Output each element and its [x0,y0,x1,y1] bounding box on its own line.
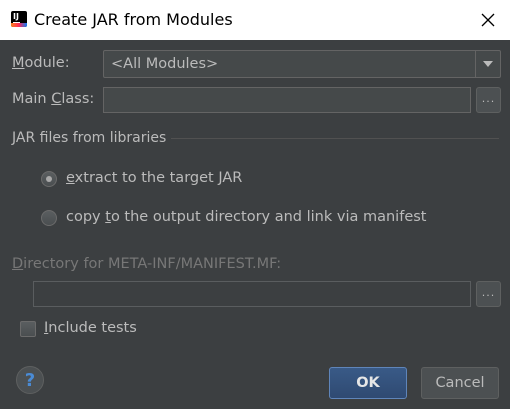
ok-button[interactable]: OK [329,367,407,399]
intellij-idea-icon: IJ [11,11,27,27]
title-bar: IJ Create JAR from Modules [0,0,510,40]
question-mark-icon: ? [24,369,36,391]
include-tests-checkbox[interactable] [20,321,36,337]
combobox-arrow-button[interactable] [475,51,500,77]
manifest-browse-button[interactable]: ... [476,281,501,307]
copy-radio[interactable] [41,210,57,226]
main-class-field[interactable] [103,87,471,113]
chevron-down-icon [483,60,493,67]
include-tests-label[interactable]: Include tests [44,320,137,336]
module-label: Module: [12,55,70,71]
libraries-section-title: JAR files from libraries [12,130,167,146]
dialog-title: Create JAR from Modules [34,10,233,29]
radio-selected-dot [46,176,52,182]
help-button[interactable]: ? [16,366,44,394]
close-button[interactable] [474,6,502,34]
main-class-browse-button[interactable]: ... [476,87,501,113]
extract-option-label[interactable]: extract to the target JAR [66,170,242,186]
section-separator [171,138,499,139]
manifest-directory-label: Directory for META-INF/MANIFEST.MF: [12,256,282,272]
extract-radio[interactable] [41,171,57,187]
copy-option-label[interactable]: copy to the output directory and link vi… [66,209,426,225]
cancel-button[interactable]: Cancel [421,367,499,399]
close-icon [481,13,495,27]
module-combobox-value: <All Modules> [111,56,219,72]
manifest-directory-field[interactable] [33,281,471,307]
module-combobox[interactable]: <All Modules> [103,50,501,78]
main-class-label: Main Class: [12,91,95,107]
